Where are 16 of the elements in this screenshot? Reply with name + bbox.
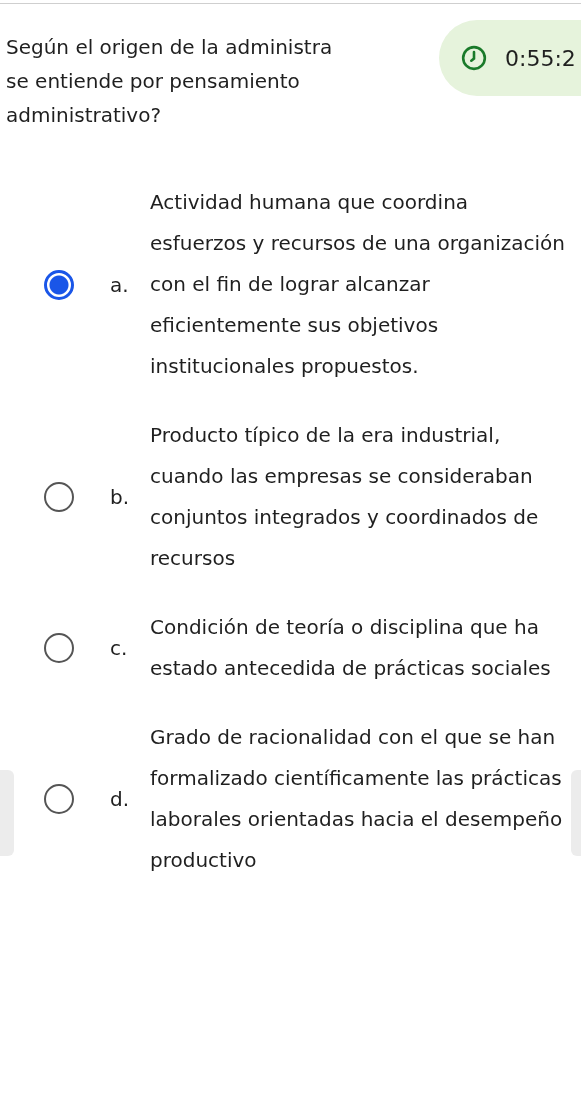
radio-button[interactable] <box>44 269 74 300</box>
option-text[interactable]: Grado de racionalidad con el que se han formalizado científicamente las prácticas laborales orientadas hacia el desempeño productivo <box>150 717 570 881</box>
timer-badge: 0:55:2 <box>439 20 581 96</box>
option-letter: d. <box>110 787 131 811</box>
option-text[interactable]: Condición de teoría o disciplina que ha estado antecedida de prácticas sociales <box>150 607 570 689</box>
clock-icon <box>461 45 487 71</box>
option-text[interactable]: Actividad humana que coordina esfuerzos y recursos de una organización con el fin de lograr alcanzar eficientemente sus objetivos institucionales propuestos. <box>150 182 570 387</box>
option-letter: a. <box>110 272 130 297</box>
question-text: Según el origen de la administra <box>5 34 334 61</box>
option-letter: c. <box>110 636 129 660</box>
option-text[interactable]: Producto típico de la era industrial, cuando las empresas se consideraban conjuntos integrados y coordinados de recursos <box>150 415 570 579</box>
question-text: se entiende por pensamiento administrativo? <box>5 68 301 129</box>
option-letter: b. <box>110 485 131 509</box>
radio-button[interactable] <box>44 784 74 814</box>
radio-button[interactable] <box>44 482 74 512</box>
radio-button[interactable] <box>44 633 74 663</box>
